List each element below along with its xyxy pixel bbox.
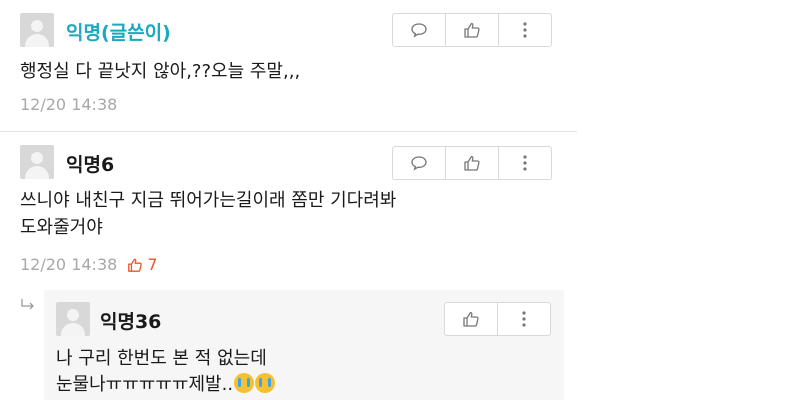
more-icon xyxy=(522,311,526,327)
like-count-value: 7 xyxy=(147,255,158,274)
like-count: 7 xyxy=(127,255,158,274)
timestamp: 12/20 14:38 xyxy=(20,255,118,274)
reply-button[interactable] xyxy=(393,147,446,179)
reply-actions xyxy=(444,302,551,336)
avatar[interactable] xyxy=(20,145,54,179)
comment-icon xyxy=(411,23,427,38)
thumbs-up-icon xyxy=(464,155,480,171)
comment-text-line-1: 쓰니야 내친구 지금 뛰어가는길이래 쫌만 기다려봐 xyxy=(20,190,397,211)
thumbs-up-icon xyxy=(128,258,143,272)
reply-item: 익명36 나 구리 한번도 본 적 없는데 눈물나ㅠㅠㅠㅠㅠ제발.. xyxy=(44,290,564,400)
more-icon xyxy=(523,22,527,38)
avatar[interactable] xyxy=(56,302,90,336)
comment-actions xyxy=(392,13,552,47)
more-button[interactable] xyxy=(498,303,550,335)
comment-icon xyxy=(411,156,427,171)
crying-face-icon xyxy=(234,373,255,393)
timestamp: 12/20 14:38 xyxy=(20,95,118,114)
like-button[interactable] xyxy=(446,147,499,179)
commenter-name: 익명36 xyxy=(100,311,162,333)
more-button[interactable] xyxy=(499,147,551,179)
comment-actions xyxy=(392,146,552,180)
comment-meta: 12/20 14:38 xyxy=(20,95,117,114)
author-name: 익명(글쓴이) xyxy=(66,22,171,44)
thumbs-up-icon xyxy=(464,22,480,38)
reply-button[interactable] xyxy=(393,14,446,46)
reply-arrow-icon xyxy=(21,299,34,310)
comment-meta: 12/20 14:38 7 xyxy=(20,255,158,274)
reply-text-line-2: 눈물나ㅠㅠㅠㅠㅠ제발.. xyxy=(56,371,276,398)
comment-text: 행정실 다 끝낫지 않아,??오늘 주말,,, xyxy=(20,61,301,82)
like-button[interactable] xyxy=(446,14,499,46)
crying-face-icon xyxy=(255,373,276,393)
comment-item: 익명(글쓴이) 행정실 다 끝낫지 않아,??오늘 주말,,, 12/20 14… xyxy=(0,0,580,130)
reply-text-line-1: 나 구리 한번도 본 적 없는데 xyxy=(56,348,267,369)
commenter-name: 익명6 xyxy=(66,154,115,176)
avatar[interactable] xyxy=(20,13,54,47)
more-button[interactable] xyxy=(499,14,551,46)
more-icon xyxy=(523,155,527,171)
comment-text-line-2: 도와줄거야 xyxy=(20,217,103,238)
like-button[interactable] xyxy=(445,303,498,335)
comment-item: 익명6 쓰니야 내친구 지금 뛰어가는길이래 쫌만 기다려봐 도와줄거야 12/… xyxy=(0,132,580,282)
reply-text-line-2-value: 눈물나ㅠㅠㅠㅠㅠ제발.. xyxy=(56,374,234,395)
thumbs-up-icon xyxy=(463,311,479,327)
